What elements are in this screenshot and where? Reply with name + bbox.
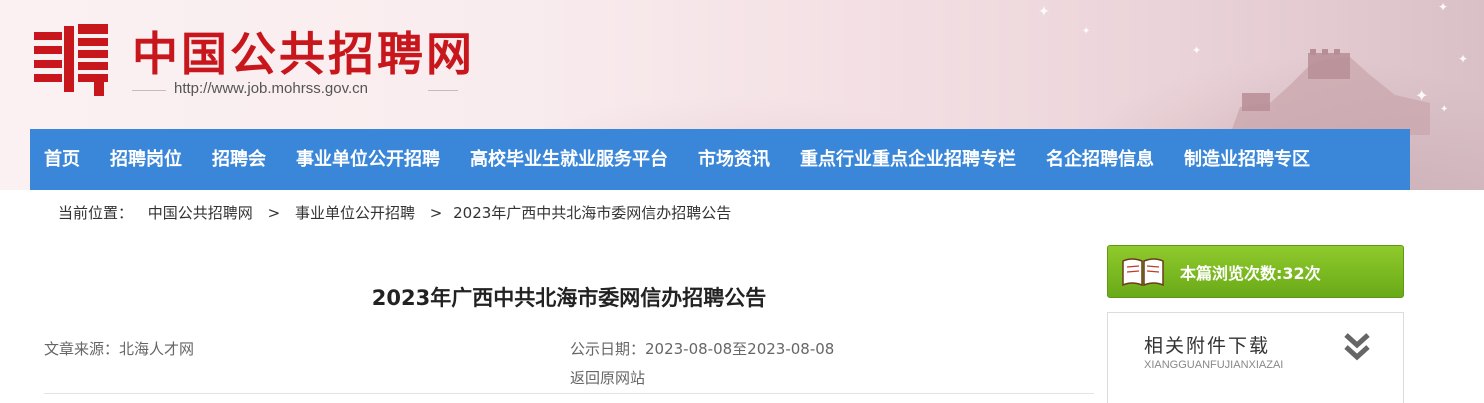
breadcrumb-current: 2023年广西中共北海市委网信办招聘公告: [453, 204, 732, 222]
main-nav: 首页 招聘岗位 招聘会 事业单位公开招聘 高校毕业生就业服务平台 市场资讯 重点…: [30, 129, 1410, 190]
nav-item-manufacturing[interactable]: 制造业招聘专区: [1169, 129, 1325, 190]
star-icon: ✦: [1440, 104, 1449, 115]
nav-item-job-fair[interactable]: 招聘会: [197, 129, 281, 190]
attachments-subtitle: XIANGGUANFUJIANXIAZAI: [1144, 359, 1284, 371]
logo-icon[interactable]: [34, 22, 110, 98]
book-icon: [1122, 257, 1164, 286]
star-icon: ✦: [1082, 26, 1091, 37]
breadcrumb-prefix: 当前位置：: [58, 204, 134, 222]
view-count-box: 本篇浏览次数:32次: [1107, 245, 1404, 298]
breadcrumb-separator: >: [267, 204, 281, 222]
chevron-double-down-icon[interactable]: [1342, 329, 1372, 363]
view-count-label: 本篇浏览次数:32次: [1180, 263, 1321, 283]
nav-item-jobs[interactable]: 招聘岗位: [95, 129, 197, 190]
divider: [428, 90, 458, 91]
breadcrumb-separator: >: [429, 204, 443, 222]
nav-item-home[interactable]: 首页: [30, 129, 95, 190]
nav-item-graduate-platform[interactable]: 高校毕业生就业服务平台: [455, 129, 683, 190]
article-date: 公示日期：2023-08-08至2023-08-08: [570, 340, 835, 358]
great-wall-illustration: [1230, 49, 1430, 135]
star-icon: ✦: [1438, 0, 1449, 14]
star-icon: ✦: [1458, 52, 1469, 66]
attachments-panel: 相关附件下载 XIANGGUANFUJIANXIAZAI: [1107, 312, 1404, 403]
divider: [132, 90, 166, 91]
divider: [44, 393, 1094, 394]
site-url: http://www.job.mohrss.gov.cn: [174, 80, 368, 97]
star-icon: ✦: [1038, 4, 1050, 20]
article-title: 2023年广西中共北海市委网信办招聘公告: [371, 286, 767, 310]
star-icon: ✦: [1192, 44, 1202, 57]
nav-item-key-industries[interactable]: 重点行业重点企业招聘专栏: [785, 129, 1031, 190]
breadcrumb-link-category[interactable]: 事业单位公开招聘: [295, 204, 415, 222]
nav-item-market-news[interactable]: 市场资讯: [683, 129, 785, 190]
back-to-source-link[interactable]: 返回原网站: [570, 367, 645, 388]
breadcrumb: 当前位置： 中国公共招聘网 > 事业单位公开招聘 > 2023年广西中共北海市委…: [58, 202, 731, 223]
nav-item-public-institution[interactable]: 事业单位公开招聘: [281, 129, 455, 190]
article-source: 文章来源：北海人才网: [44, 340, 195, 358]
nav-item-famous-companies[interactable]: 名企招聘信息: [1031, 129, 1169, 190]
site-title[interactable]: 中国公共招聘网: [132, 18, 475, 84]
attachments-title: 相关附件下载: [1144, 335, 1271, 357]
breadcrumb-link-home[interactable]: 中国公共招聘网: [148, 204, 253, 222]
